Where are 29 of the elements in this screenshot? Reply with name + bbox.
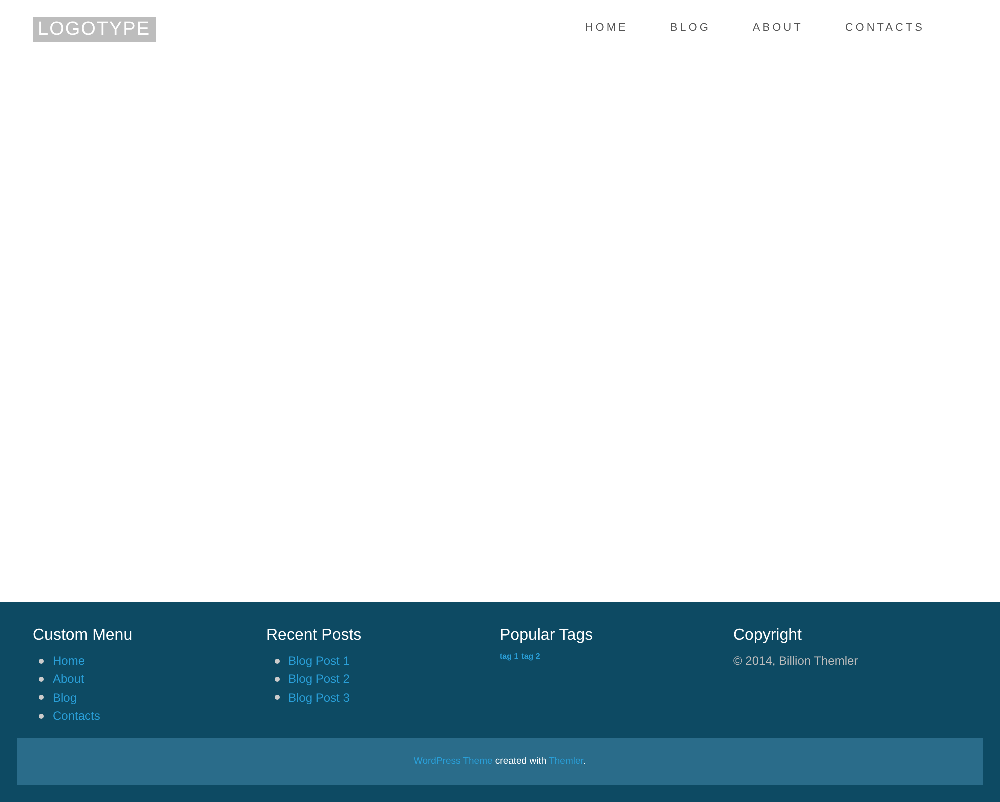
bullet-icon <box>39 658 44 664</box>
nav-link[interactable]: CONTACTS <box>845 22 925 34</box>
bullet-icon <box>274 658 280 664</box>
nav-link[interactable]: ABOUT <box>752 22 804 34</box>
bullet-icon <box>39 676 44 682</box>
copyright-text: © 2014, Billion Themler <box>734 653 860 670</box>
widget-title: Custom Menu <box>33 626 134 646</box>
nav-link[interactable]: BLOG <box>670 22 711 34</box>
menu-link[interactable]: About <box>53 672 84 686</box>
widget-title: Popular Tags <box>500 626 594 646</box>
bullet-icon <box>274 695 280 700</box>
menu-link[interactable]: Blog <box>53 690 78 705</box>
credit-text: WordPress Theme created with Themler. <box>414 756 586 767</box>
post-link[interactable]: Blog Post 3 <box>288 690 350 705</box>
menu-link[interactable]: Home <box>53 654 86 668</box>
bullet-icon <box>274 676 280 682</box>
theme-link[interactable]: WordPress Theme <box>414 756 493 767</box>
bullet-icon <box>39 714 44 719</box>
tag-link[interactable]: tag 1 <box>500 652 519 661</box>
bullet-icon <box>39 695 44 700</box>
nav-link[interactable]: HOME <box>585 22 628 34</box>
widget-title: Copyright <box>734 626 803 646</box>
menu-link[interactable]: Contacts <box>53 709 100 724</box>
tag-link[interactable]: tag 2 <box>522 652 540 661</box>
post-link[interactable]: Blog Post 1 <box>288 654 350 668</box>
themler-link[interactable]: Themler <box>549 756 584 767</box>
post-link[interactable]: Blog Post 2 <box>288 672 350 686</box>
logo[interactable]: LOGOTYPE <box>33 17 156 42</box>
widget-title: Recent Posts <box>266 626 363 646</box>
